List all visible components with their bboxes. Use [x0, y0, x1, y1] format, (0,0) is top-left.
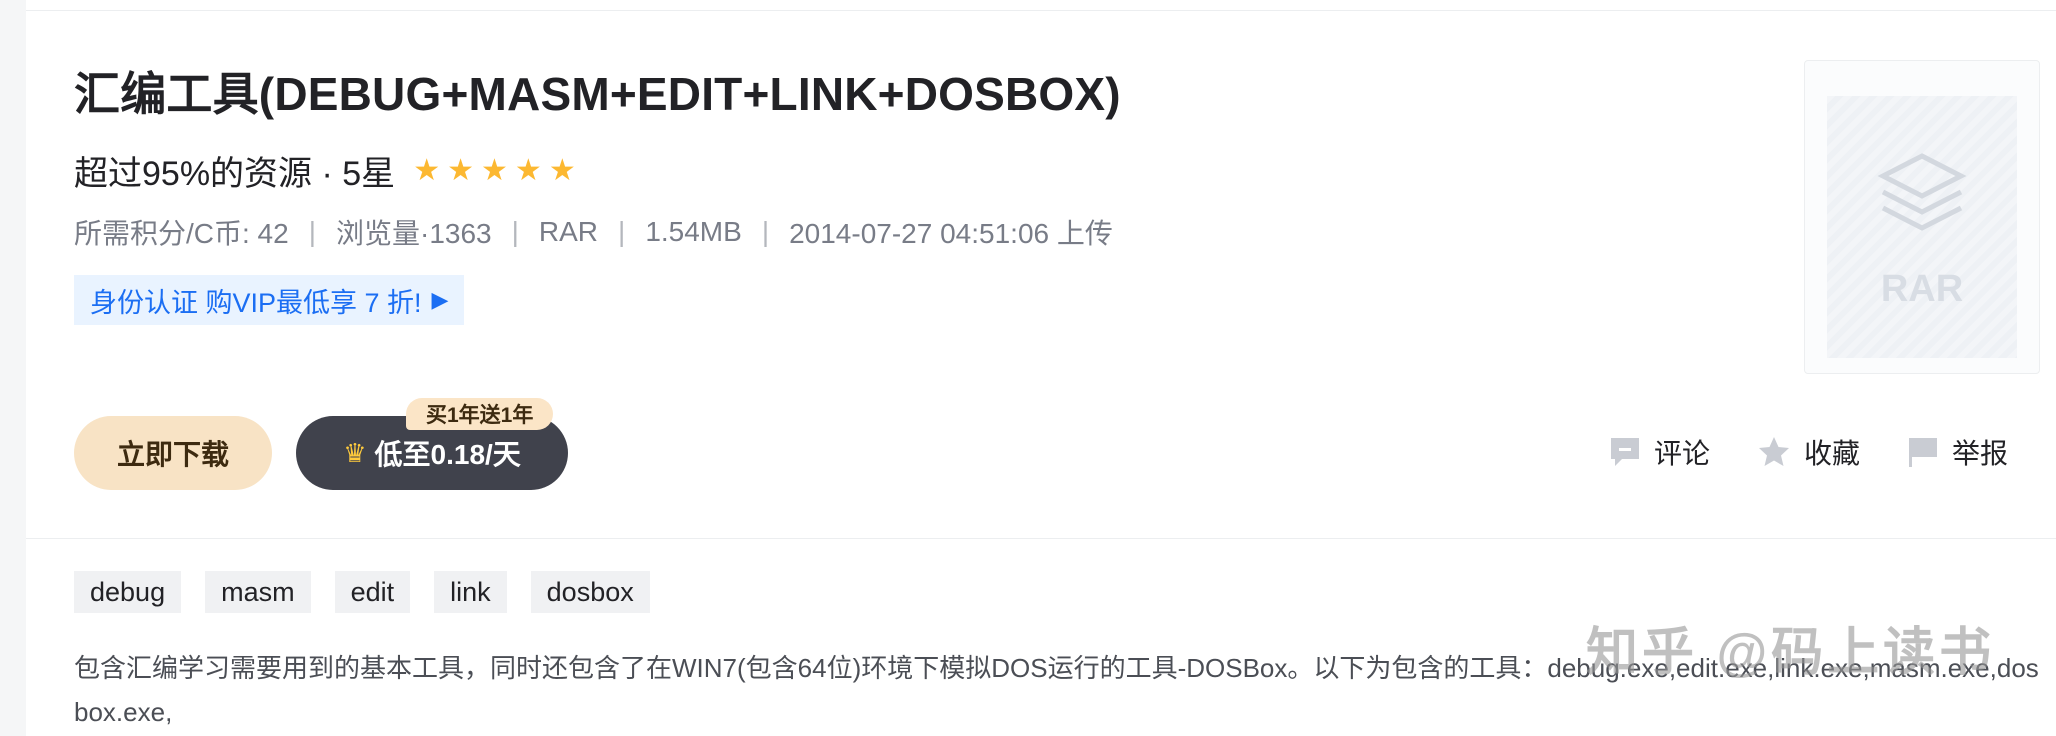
meta-upload-time: 2014-07-27 04:51:06 上传 — [789, 218, 1113, 249]
download-button[interactable]: 立即下载 — [74, 416, 272, 490]
vip-offer-badge: 买1年送1年 — [406, 398, 554, 430]
file-type-label: RAR — [1880, 268, 1964, 310]
star-rating: ★ ★ ★ ★ ★ — [413, 153, 583, 187]
resource-actions: 评论 收藏 举报 — [1608, 432, 2008, 472]
layers-icon — [1877, 153, 1967, 231]
crown-icon: ♛ — [343, 437, 367, 468]
flag-icon — [1909, 438, 1938, 467]
meta-views: 浏览量·1363 — [336, 218, 492, 249]
section-divider — [26, 538, 2056, 539]
tag-edit[interactable]: edit — [334, 571, 411, 613]
comment-label: 评论 — [1654, 438, 1711, 469]
thumbnail-preview: RAR — [1827, 96, 2017, 358]
tag-masm[interactable]: masm — [205, 571, 311, 613]
star-icon: ★ — [447, 153, 474, 187]
comment-button[interactable]: 评论 — [1608, 432, 1710, 472]
resource-meta: 所需积分/C币: 42 | 浏览量·1363 | RAR | 1.54MB | … — [74, 212, 1113, 252]
meta-separator: | — [511, 216, 519, 247]
rating-text: 超过95%的资源 · 5星 — [74, 155, 396, 193]
tag-link[interactable]: link — [434, 571, 507, 613]
top-divider — [26, 10, 2056, 11]
comment-icon — [1611, 438, 1639, 466]
meta-separator: | — [761, 216, 770, 247]
resource-card: 汇编工具(DEBUG+MASM+EDIT+LINK+DOSBOX) 超过95%的… — [26, 0, 2056, 736]
report-button[interactable]: 举报 — [1906, 432, 2008, 472]
file-thumbnail: RAR — [1804, 60, 2040, 374]
star-outline-icon — [1759, 437, 1790, 466]
meta-credits: 所需积分/C币: 42 — [74, 218, 289, 249]
star-icon: ★ — [514, 153, 542, 187]
tag-debug[interactable]: debug — [74, 571, 182, 613]
promo-label: 身份认证 购VIP最低享 7 折! — [90, 287, 422, 318]
resource-title: 汇编工具(DEBUG+MASM+EDIT+LINK+DOSBOX) — [74, 68, 1121, 120]
meta-format: RAR — [538, 216, 599, 247]
tag-list: debug masm edit link dosbox — [74, 571, 674, 613]
star-icon: ★ — [548, 153, 576, 187]
meta-separator: | — [308, 216, 316, 247]
rating-row: 超过95%的资源 · 5星 ★ ★ ★ ★ ★ — [74, 146, 583, 195]
star-icon: ★ — [413, 153, 441, 187]
vip-price-label: 低至0.18/天 — [374, 439, 521, 470]
report-label: 举报 — [1952, 438, 2009, 469]
favorite-button[interactable]: 收藏 — [1756, 432, 1860, 472]
tag-dosbox[interactable]: dosbox — [530, 571, 650, 613]
star-icon: ★ — [481, 153, 508, 187]
watermark: 知乎 @码上读书 — [1586, 624, 1996, 682]
meta-size: 1.54MB — [645, 216, 742, 247]
meta-separator: | — [618, 216, 626, 247]
play-arrow-icon: ▶ — [431, 287, 449, 312]
favorite-label: 收藏 — [1804, 438, 1861, 469]
vip-promo-link[interactable]: 身份认证 购VIP最低享 7 折! ▶ — [74, 275, 465, 325]
